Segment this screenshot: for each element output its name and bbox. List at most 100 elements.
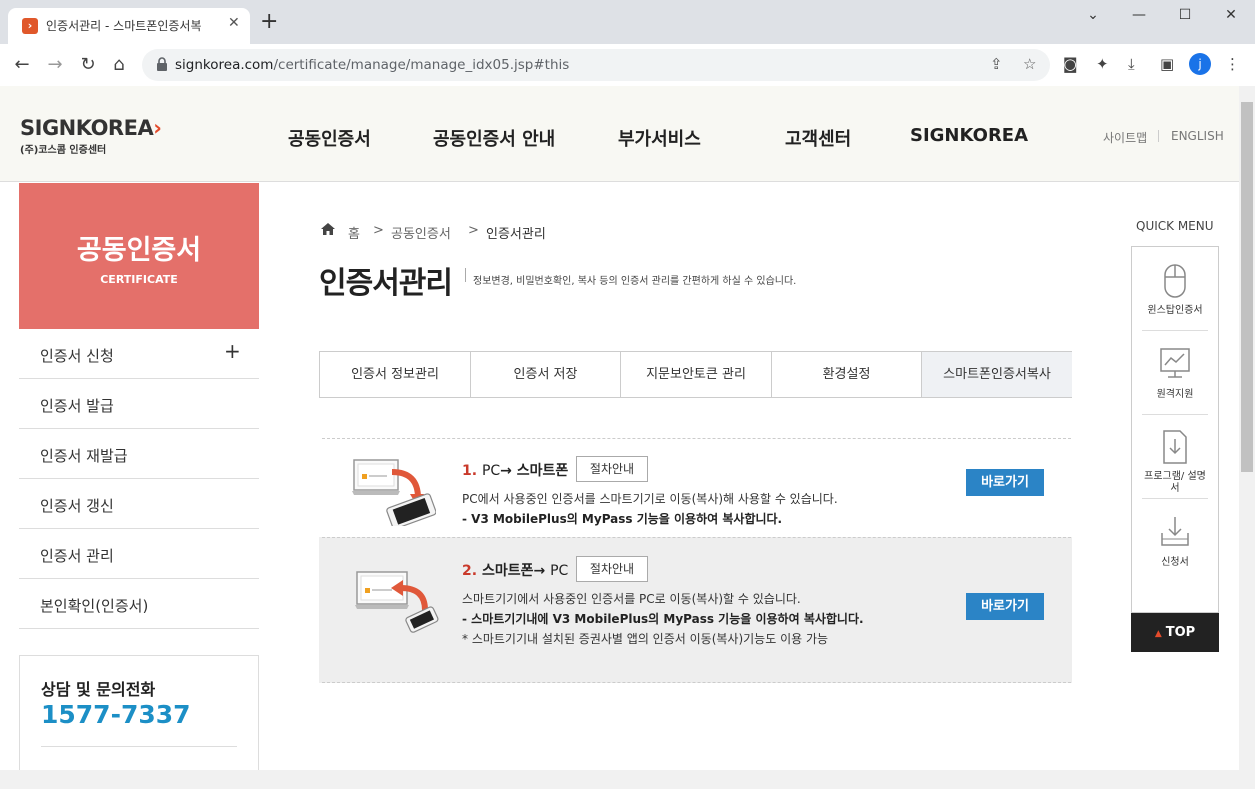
- plus-icon[interactable]: +: [224, 341, 241, 361]
- site-favicon-icon: ›: [22, 18, 38, 34]
- gnb-item-certificate[interactable]: 공동인증서: [288, 125, 371, 151]
- row-title-pc-to-phone: 1. PC→ 스마트폰: [462, 463, 569, 479]
- sidebar-item-label: 인증서 신청: [40, 347, 114, 365]
- quick-menu-winstop[interactable]: 윈스탑인증서: [1142, 247, 1208, 331]
- horizontal-scrollbar[interactable]: [0, 770, 1239, 789]
- page-title: 인증서관리: [319, 266, 453, 301]
- sidebar-item-apply[interactable]: 인증서 신청 +: [19, 329, 259, 379]
- divider: [322, 537, 1071, 538]
- divider: [322, 682, 1071, 683]
- page-description: 정보변경, 비밀번호확인, 복사 등의 인증서 관리를 간편하게 하실 수 있습…: [473, 276, 797, 287]
- mouse-icon: [1164, 264, 1186, 298]
- breadcrumb-level1[interactable]: 공동인증서: [391, 223, 451, 242]
- row-title-phone-to-pc: 2. 스마트폰→ PC: [462, 563, 569, 579]
- site-header: SIGNKOREA› (주)코스콤 인증센터 공동인증서 공동인증서 안내 부가…: [0, 86, 1239, 182]
- sidebar-item-label: 본인확인(인증서): [40, 597, 149, 615]
- sidebar-item-label: 인증서 관리: [40, 547, 114, 565]
- sidebar-hero-subtitle: CERTIFICATE: [100, 273, 178, 286]
- page-viewport: SIGNKOREA› (주)코스콤 인증센터 공동인증서 공동인증서 안내 부가…: [0, 86, 1239, 770]
- scroll-top-button[interactable]: ▲ TOP: [1131, 613, 1219, 652]
- quick-menu-label: 신청서: [1161, 557, 1189, 568]
- close-window-button[interactable]: ✕: [1208, 4, 1254, 26]
- browser-tabstrip: › 인증서관리 - 스마트폰인증서복 ✕ + ⌄ — ☐ ✕: [0, 0, 1255, 44]
- scrollbar-thumb[interactable]: [1241, 102, 1253, 472]
- tab-certificate-save[interactable]: 인증서 저장: [471, 352, 621, 397]
- english-link[interactable]: ENGLISH: [1171, 129, 1224, 143]
- vertical-scrollbar[interactable]: [1239, 86, 1255, 789]
- gnb-item-signkorea[interactable]: SIGNKOREA: [910, 125, 1028, 146]
- extension-mask-icon[interactable]: ◙: [1063, 55, 1078, 73]
- quick-menu-title: QUICK MENU: [1136, 219, 1214, 233]
- sidebar-item-identity[interactable]: 본인확인(인증서): [19, 579, 259, 629]
- divider: [41, 746, 237, 747]
- back-arrow-icon[interactable]: ←: [10, 53, 34, 77]
- sidebar-item-label: 인증서 재발급: [40, 447, 128, 465]
- home-icon[interactable]: ⌂: [107, 53, 131, 77]
- quick-menu-programs[interactable]: 프로그램/ 설명서: [1142, 415, 1208, 499]
- browser-toolbar: ← → ↻ ⌂ signkorea.com/certificate/manage…: [0, 44, 1255, 86]
- forward-arrow-icon[interactable]: →: [43, 53, 67, 77]
- inbox-download-icon: [1161, 517, 1189, 546]
- contact-box: 상담 및 문의전화 1577-7337: [19, 655, 259, 770]
- new-tab-button[interactable]: +: [260, 11, 278, 33]
- quick-menu-application[interactable]: 신청서: [1142, 499, 1208, 583]
- bookmark-star-icon[interactable]: ☆: [1023, 55, 1036, 73]
- quick-menu-label: 프로그램/ 설명서: [1144, 471, 1206, 494]
- tab-settings[interactable]: 환경설정: [772, 352, 922, 397]
- row-description: * 스마트기기내 설치된 증권사별 앱의 인증서 이동(복사)기능도 이용 가능: [462, 632, 829, 646]
- manage-tabs: 인증서 정보관리 인증서 저장 지문보안토큰 관리 환경설정 스마트폰인증서복사: [319, 351, 1072, 398]
- sidebar-item-manage[interactable]: 인증서 관리: [19, 529, 259, 579]
- sidebar-hero-title: 공동인증서: [76, 235, 202, 266]
- tab-smartphone-copy[interactable]: 스마트폰인증서복사: [922, 352, 1072, 397]
- address-bar[interactable]: signkorea.com/certificate/manage/manage_…: [142, 49, 1050, 81]
- tab-search-icon[interactable]: ⌄: [1070, 4, 1116, 26]
- row-description: PC에서 사용중인 인증서를 스마트기기로 이동(복사)해 사용할 수 있습니다…: [462, 492, 838, 506]
- contact-phone: 1577-7337: [41, 700, 191, 729]
- extensions-puzzle-icon[interactable]: ✦: [1096, 55, 1109, 73]
- tab-close-icon[interactable]: ✕: [228, 15, 240, 31]
- contact-heading: 상담 및 문의전화: [41, 680, 156, 699]
- gnb-item-certificate-guide[interactable]: 공동인증서 안내: [433, 125, 555, 151]
- breadcrumb-current: 인증서관리: [486, 227, 546, 242]
- breadcrumb-separator: >: [373, 223, 384, 238]
- monitor-chart-icon: [1160, 348, 1190, 378]
- download-icon[interactable]: ⤓: [1128, 55, 1135, 73]
- quick-menu: 윈스탑인증서 원격지원 프로그램/ 설명서 신청서: [1131, 246, 1219, 613]
- side-panel-icon[interactable]: ▣: [1160, 55, 1174, 73]
- maximize-button[interactable]: ☐: [1162, 4, 1208, 26]
- sidebar-item-label: 인증서 발급: [40, 397, 114, 415]
- sidebar-item-renew[interactable]: 인증서 갱신: [19, 479, 259, 529]
- sidebar-item-label: 인증서 갱신: [40, 497, 114, 515]
- signkorea-logo[interactable]: SIGNKOREA› (주)코스콤 인증센터: [20, 116, 162, 156]
- gnb-item-additional-services[interactable]: 부가서비스: [618, 125, 701, 151]
- quick-menu-label: 원격지원: [1156, 389, 1194, 400]
- row-description: 스마트기기에서 사용중인 인증서를 PC로 이동(복사)할 수 있습니다.: [462, 592, 801, 606]
- profile-avatar[interactable]: j: [1189, 53, 1211, 75]
- browser-tab-active[interactable]: › 인증서관리 - 스마트폰인증서복 ✕: [8, 8, 250, 44]
- row-description: - 스마트기기내에 V3 MobilePlus의 MyPass 기능을 이용하여…: [462, 612, 864, 626]
- tab-certificate-info[interactable]: 인증서 정보관리: [320, 352, 471, 397]
- quick-menu-remote-support[interactable]: 원격지원: [1142, 331, 1208, 415]
- tab-fingerprint-token[interactable]: 지문보안토큰 관리: [621, 352, 772, 397]
- url-text: signkorea.com/certificate/manage/manage_…: [175, 57, 570, 73]
- minimize-button[interactable]: —: [1116, 4, 1162, 26]
- reload-icon[interactable]: ↻: [76, 53, 100, 77]
- sidebar-item-issue[interactable]: 인증서 발급: [19, 379, 259, 429]
- quick-menu-label: 윈스탑인증서: [1147, 305, 1203, 316]
- document-download-icon: [1163, 430, 1187, 464]
- procedure-guide-button[interactable]: 절차안내: [576, 456, 648, 482]
- procedure-guide-button[interactable]: 절차안내: [576, 556, 648, 582]
- phone-to-pc-illustration: [355, 571, 439, 633]
- share-icon[interactable]: ⇪: [990, 55, 1003, 73]
- browser-menu-icon[interactable]: ⋮: [1225, 55, 1240, 73]
- title-divider: [465, 268, 466, 282]
- breadcrumb-home[interactable]: 홈: [348, 223, 360, 242]
- gnb-item-customer-center[interactable]: 고객센터: [785, 125, 851, 151]
- breadcrumb-home-icon[interactable]: [320, 222, 336, 236]
- go-button-phone-to-pc[interactable]: 바로가기: [966, 593, 1044, 620]
- sitemap-link[interactable]: 사이트맵: [1103, 129, 1147, 146]
- row-description: - V3 MobilePlus의 MyPass 기능을 이용하여 복사합니다.: [462, 512, 783, 526]
- go-button-pc-to-phone[interactable]: 바로가기: [966, 469, 1044, 496]
- sidebar-item-reissue[interactable]: 인증서 재발급: [19, 429, 259, 479]
- lock-icon: [157, 57, 167, 71]
